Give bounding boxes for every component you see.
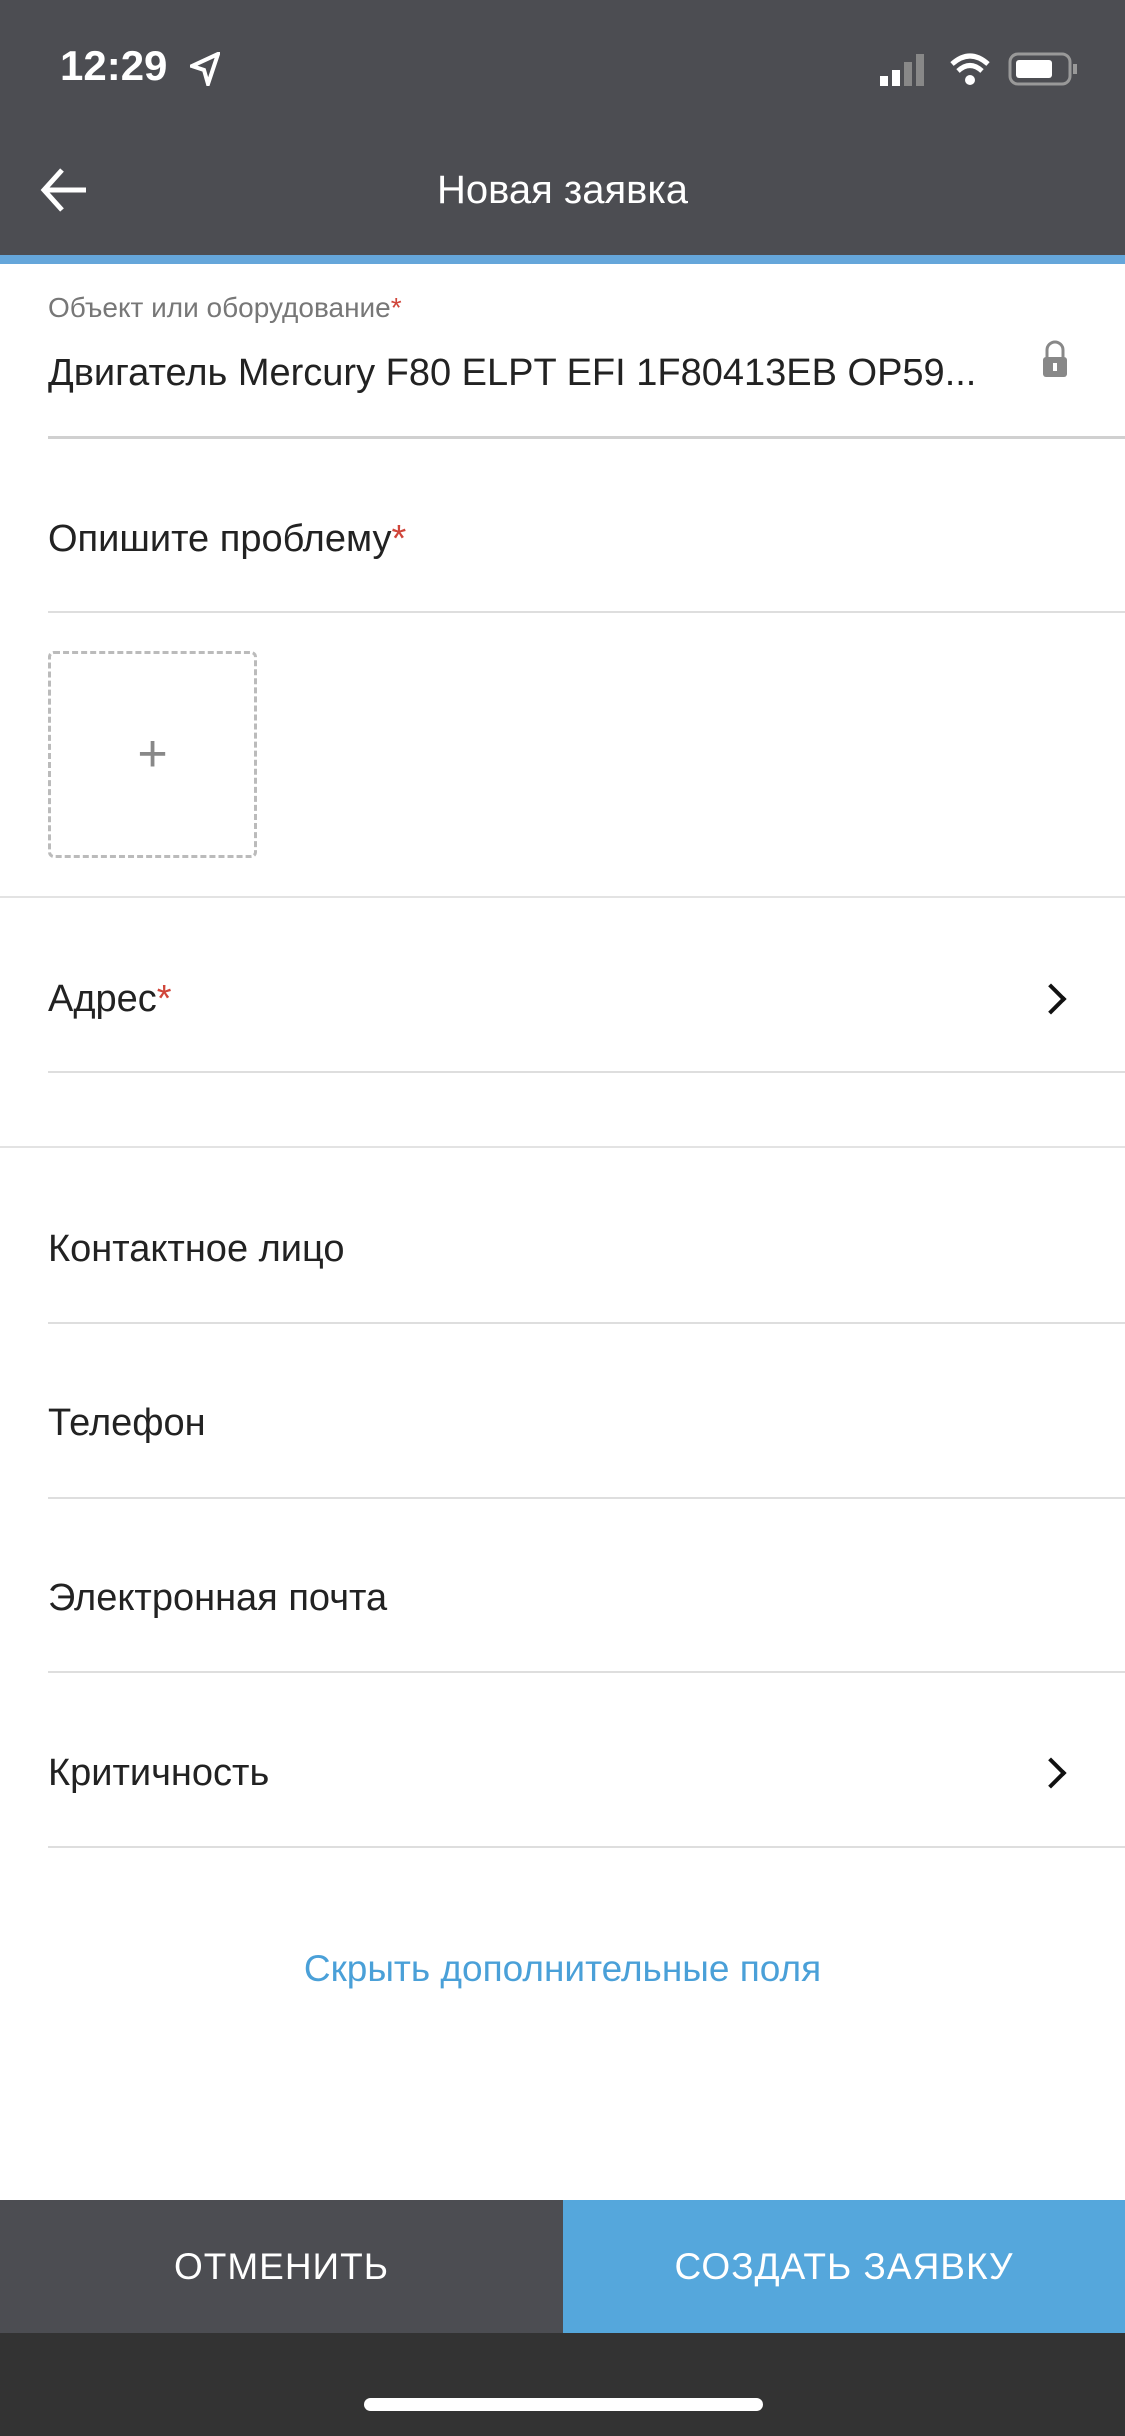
signal-icon: [880, 54, 924, 86]
add-photo-button[interactable]: +: [48, 651, 257, 858]
create-request-button[interactable]: СОЗДАТЬ ЗАЯВКУ: [563, 2200, 1125, 2333]
problem-input[interactable]: Опишите проблему*: [48, 518, 406, 561]
status-time: 12:29: [60, 42, 168, 89]
accent-bar: [0, 255, 1125, 264]
object-label: Объект или оборудование*: [48, 292, 402, 323]
email-field[interactable]: Электронная почта: [48, 1577, 387, 1620]
chevron-right-icon: [1035, 983, 1067, 1015]
cancel-button[interactable]: ОТМЕНИТЬ: [0, 2200, 563, 2333]
page-title: Новая заявка: [436, 168, 689, 212]
object-field[interactable]: Двигатель Mercury F80 ELPT EFI 1F80413EB…: [48, 352, 976, 395]
divider: [0, 896, 1125, 898]
phone-field[interactable]: Телефон: [48, 1402, 206, 1445]
contact-field[interactable]: Контактное лицо: [48, 1228, 345, 1271]
battery-icon: [1008, 52, 1077, 86]
chevron-right-icon: [1035, 1757, 1067, 1789]
divider: [0, 1146, 1125, 1148]
home-area: [0, 2333, 1125, 2436]
hide-fields-link[interactable]: Скрыть дополнительные поля: [0, 1948, 1125, 1990]
divider: [48, 611, 1125, 613]
divider: [48, 1071, 1125, 1073]
address-field[interactable]: Адрес*: [48, 978, 172, 1021]
divider: [48, 436, 1125, 439]
lock-icon: [1043, 340, 1067, 377]
wifi-icon: [950, 53, 990, 85]
criticality-field[interactable]: Критичность: [48, 1752, 269, 1795]
divider: [48, 1322, 1125, 1324]
header-bar: [0, 0, 1125, 255]
divider: [48, 1497, 1125, 1499]
status-icons: [880, 52, 1077, 86]
home-indicator[interactable]: [364, 2398, 763, 2411]
divider: [48, 1671, 1125, 1673]
location-arrow-icon: [190, 52, 220, 86]
divider: [48, 1846, 1125, 1848]
